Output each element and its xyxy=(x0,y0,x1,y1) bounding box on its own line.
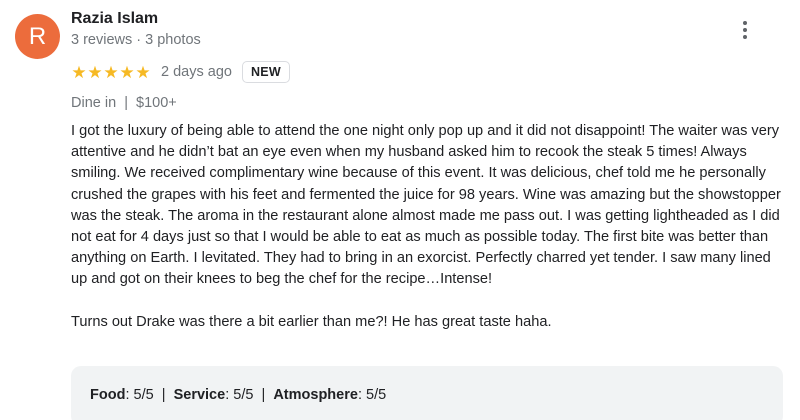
attribute-label: Service xyxy=(173,387,226,403)
attribute-separator: | xyxy=(261,387,266,403)
review-paragraph: Turns out Drake was there a bit earlier … xyxy=(71,313,552,330)
attributes-line: Food: 5/5 | Service: 5/5 | Atmosphere: 5… xyxy=(90,387,387,403)
attribute-label: Atmosphere xyxy=(273,387,358,403)
review-card: R Razia Islam 3 reviews · 3 photos ★ ★ ★… xyxy=(0,0,800,420)
visit-separator: | xyxy=(124,95,128,111)
visit-type: Dine in xyxy=(71,95,117,111)
star-icon: ★ xyxy=(71,62,87,82)
attribute-value: 5/5 xyxy=(366,387,387,403)
attribute-value: 5/5 xyxy=(233,387,254,403)
review-paragraph: I got the luxury of being able to attend… xyxy=(71,123,781,288)
visit-info: Dine in | $100+ xyxy=(71,95,177,111)
avatar[interactable]: R xyxy=(15,14,60,59)
rating-row: ★ ★ ★ ★ ★ 2 days ago NEW xyxy=(71,58,291,86)
avatar-initial: R xyxy=(28,23,47,50)
star-rating: ★ ★ ★ ★ ★ xyxy=(71,64,151,81)
review-text: I got the luxury of being able to attend… xyxy=(71,121,791,333)
reviewer-meta[interactable]: 3 reviews · 3 photos xyxy=(71,32,201,48)
star-icon: ★ xyxy=(119,62,135,82)
attribute-value: 5/5 xyxy=(133,387,154,403)
visit-price: $100+ xyxy=(136,95,177,111)
new-badge: NEW xyxy=(241,61,291,83)
vertical-ellipsis-icon xyxy=(743,21,747,39)
star-icon: ★ xyxy=(103,62,119,82)
attribute-label: Food xyxy=(90,387,126,403)
star-icon: ★ xyxy=(135,62,151,82)
reviewer-name[interactable]: Razia Islam xyxy=(71,10,158,28)
attribute-separator: | xyxy=(161,387,166,403)
more-options-button[interactable] xyxy=(735,18,755,42)
review-date: 2 days ago xyxy=(161,64,232,80)
rating-attributes: Food: 5/5 | Service: 5/5 | Atmosphere: 5… xyxy=(71,366,783,420)
star-icon: ★ xyxy=(87,62,103,82)
